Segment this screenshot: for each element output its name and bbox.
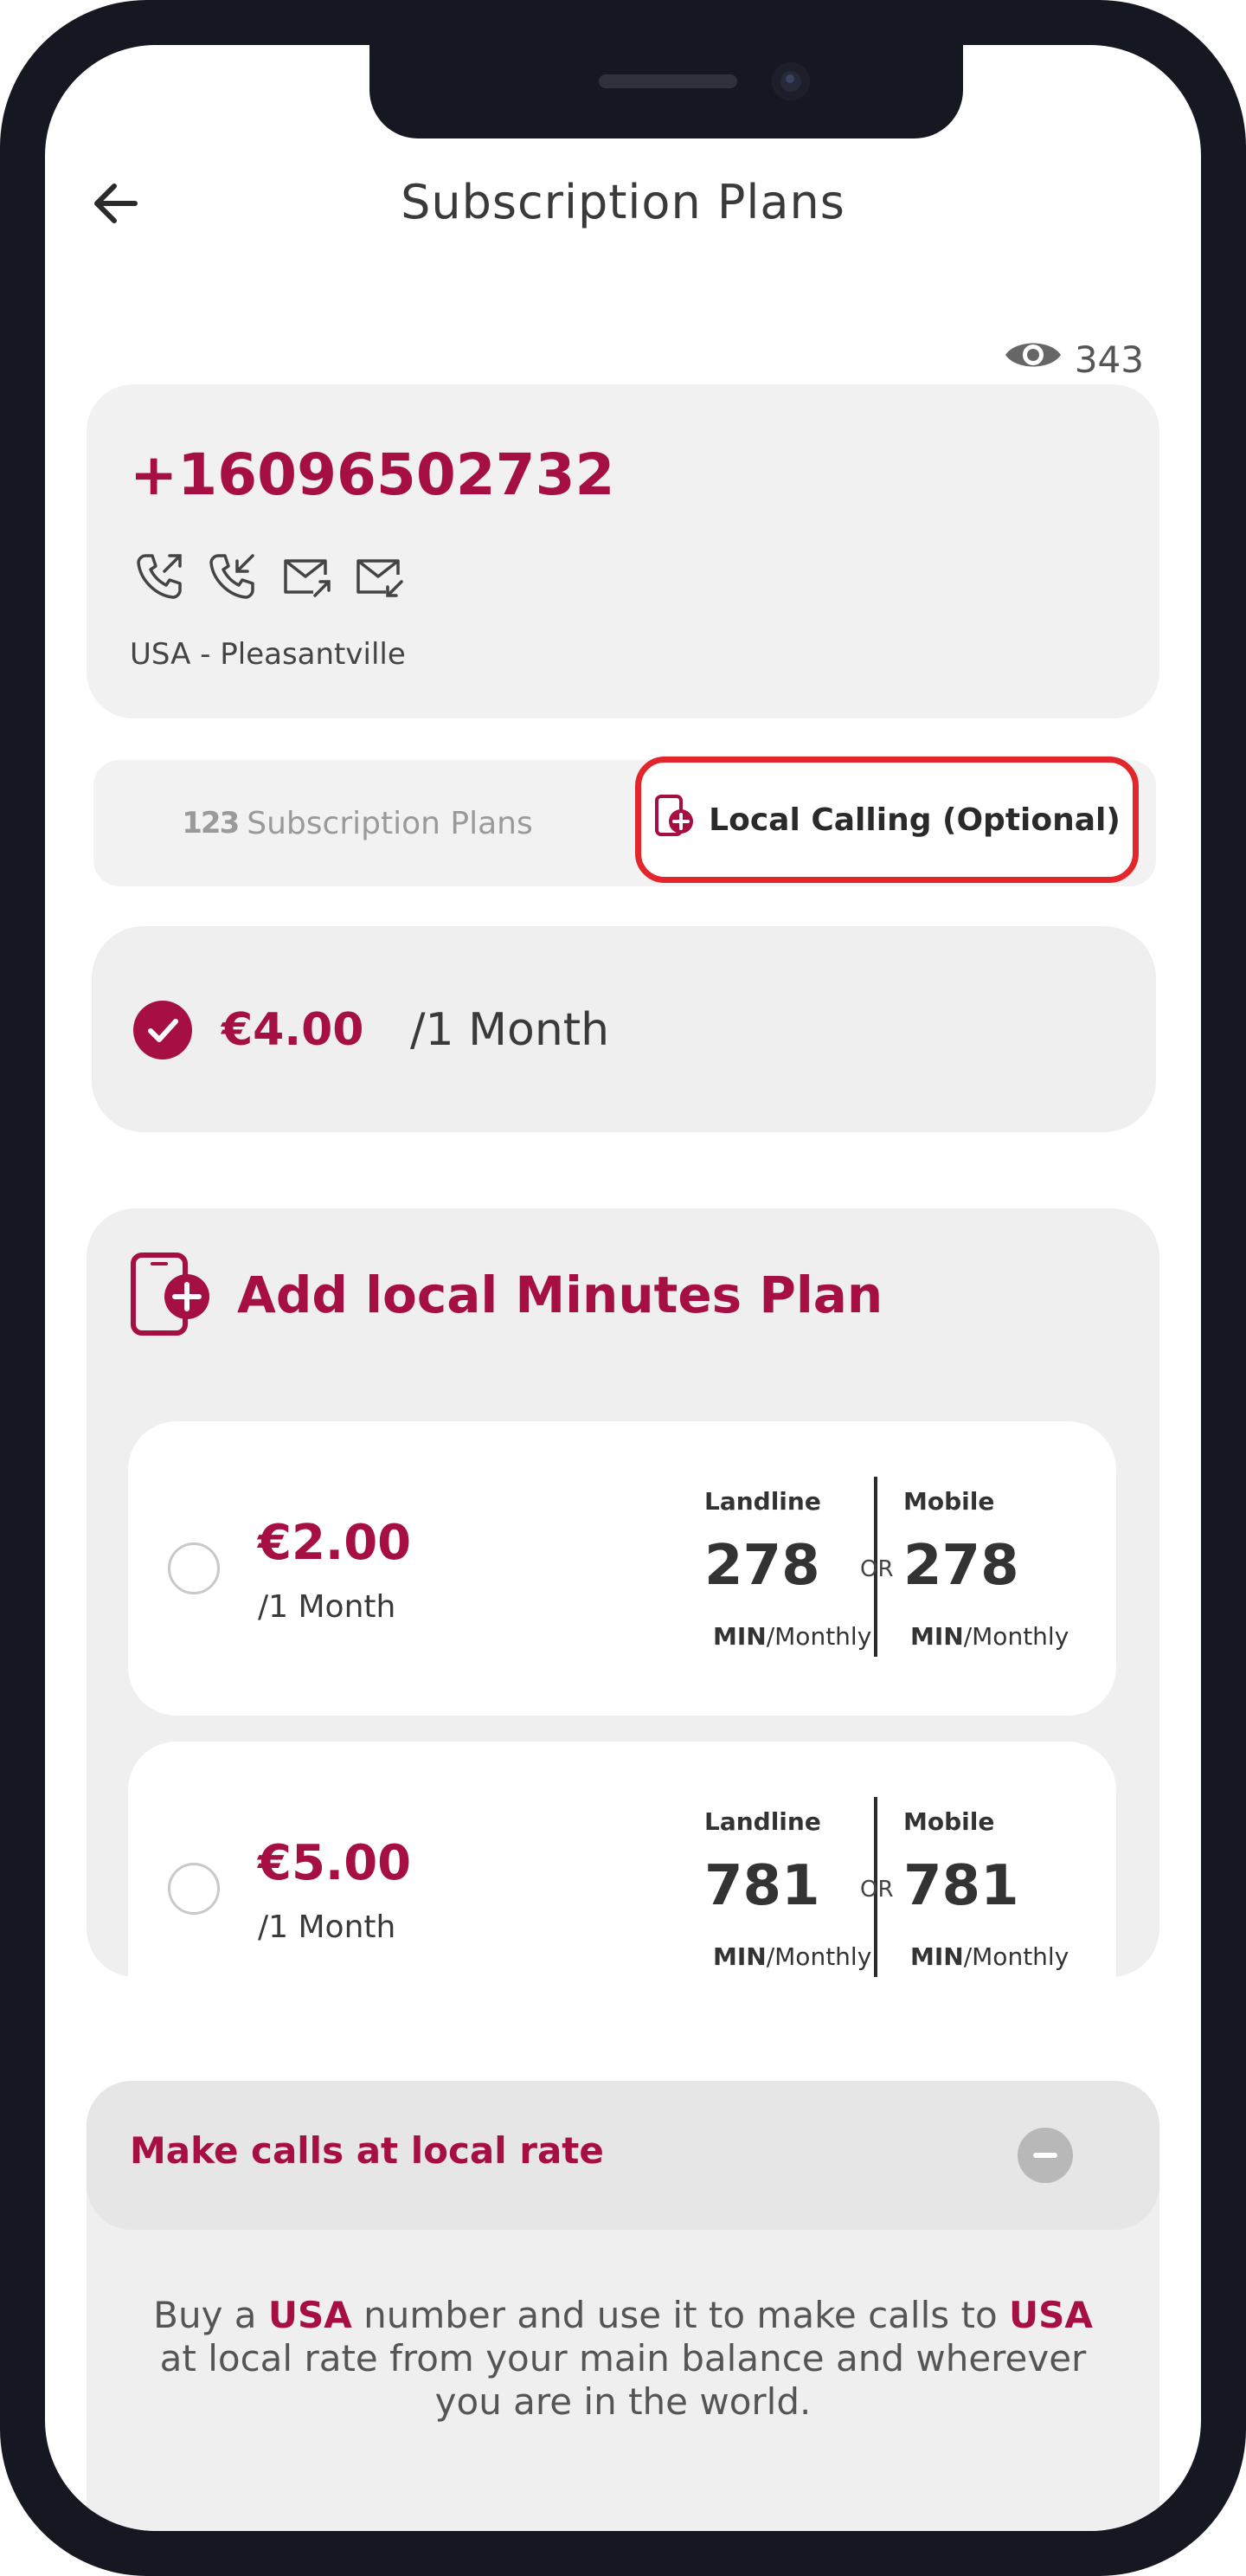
or-separator: OR [860,1877,894,1903]
option-price: €5.00 [258,1835,412,1891]
local-rate-accordion: Make calls at local rate Buy a USA numbe… [87,2081,1159,2531]
phone-number: +16096502732 [130,441,615,508]
landline-unit: MIN/Monthly [713,1942,872,1971]
mobile-label: Mobile [903,1807,995,1836]
notch [369,45,963,138]
phone-add-icon [653,794,695,847]
mobile-minutes: 278 [903,1534,1019,1598]
mobile-unit: MIN/Monthly [910,1942,1069,1971]
accordion-body: Buy a USA number and use it to make call… [153,2294,1093,2423]
app-screen: Subscription Plans 343 +16096502732 USA … [45,45,1201,2531]
number-location: USA - Pleasantville [130,637,406,672]
capability-icons [133,549,405,602]
plan-price: €4.00 [222,1004,364,1056]
radio-button[interactable] [168,1542,220,1594]
minutes-option[interactable]: €5.00 /1 Month Landline 781 MIN/Monthly … [128,1742,1116,2036]
accordion-header[interactable]: Make calls at local rate [87,2081,1159,2230]
local-minutes-section: Add local Minutes Plan €2.00 /1 Month La… [87,1208,1159,2036]
option-period: /1 Month [258,1909,396,1945]
landline-unit: MIN/Monthly [713,1622,872,1651]
plan-tabs: 123 Subscription Plans Local Calling (Op… [93,757,1156,886]
incoming-sms-icon [351,549,405,602]
number-card: +16096502732 USA - Pleasantville [87,384,1159,718]
phone-add-icon [128,1248,218,1338]
view-count: 343 [1074,338,1144,381]
accordion-title: Make calls at local rate [130,2129,604,2172]
landline-label: Landline [704,1487,821,1516]
minutes-option[interactable]: €2.00 /1 Month Landline 278 MIN/Monthly … [128,1421,1116,1716]
mobile-label: Mobile [903,1487,995,1516]
mobile-minutes: 781 [903,1854,1019,1918]
phone-bezel: Subscription Plans 343 +16096502732 USA … [0,0,1246,2576]
landline-minutes: 278 [704,1534,820,1598]
landline-minutes: 781 [704,1854,820,1918]
page-title: Subscription Plans [401,175,845,229]
tab-subscription-plans[interactable]: 123 Subscription Plans [93,760,621,886]
outgoing-sms-icon [279,549,332,602]
collapse-icon[interactable] [1018,2128,1073,2183]
option-period: /1 Month [258,1589,396,1625]
view-counter: 343 [1004,336,1144,383]
or-separator: OR [860,1556,894,1582]
option-price: €2.00 [258,1515,412,1571]
device-frame: Subscription Plans 343 +16096502732 USA … [0,0,1246,2576]
incoming-call-icon [206,549,260,602]
tab-label: Subscription Plans [247,805,533,841]
section-title: Add local Minutes Plan [237,1265,883,1324]
eye-icon [1004,336,1063,383]
selected-subscription-plan[interactable]: €4.00 /1 Month [92,926,1156,1132]
plan-period: /1 Month [410,1004,610,1056]
mobile-unit: MIN/Monthly [910,1622,1069,1651]
outgoing-call-icon [133,549,187,602]
speaker-grille [599,74,737,88]
numbers-icon: 123 [182,806,240,840]
tab-label: Local Calling (Optional) [709,802,1121,838]
tab-local-calling[interactable]: Local Calling (Optional) [635,757,1139,883]
landline-label: Landline [704,1807,821,1836]
radio-button[interactable] [168,1863,220,1915]
checkmark-icon[interactable] [133,1001,192,1059]
front-camera [772,62,810,100]
